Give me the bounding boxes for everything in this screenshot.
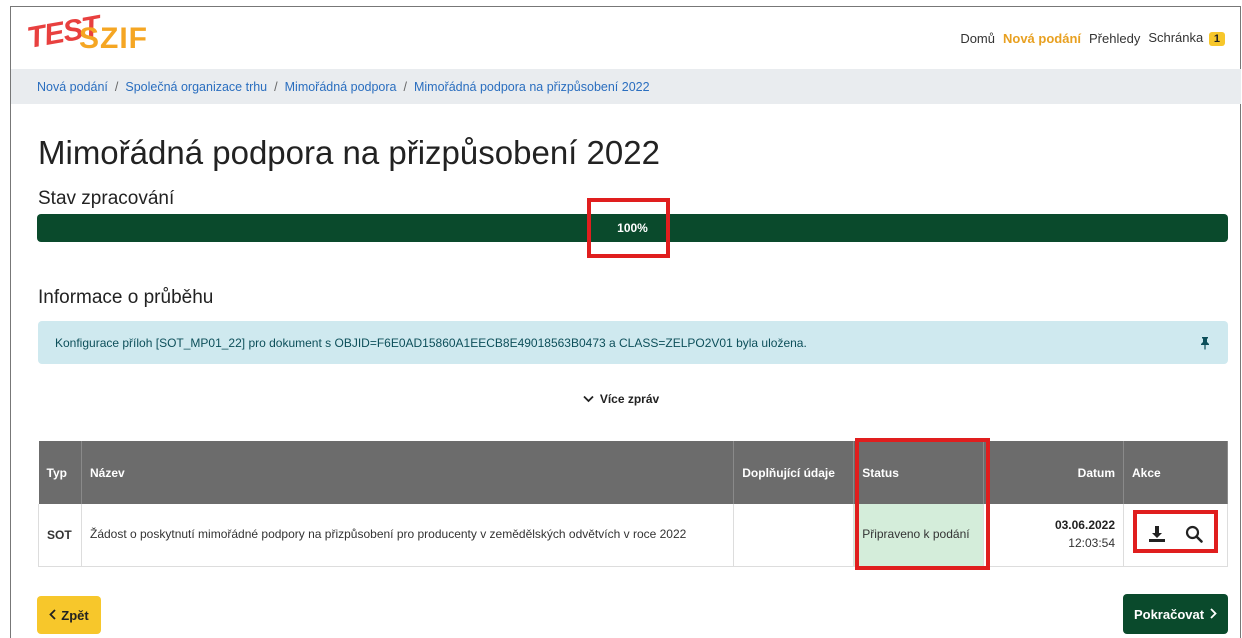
highlight-box-actions	[1133, 510, 1218, 553]
breadcrumb-item[interactable]: Nová podání	[37, 80, 108, 94]
inbox-count-badge: 1	[1208, 32, 1225, 46]
back-button[interactable]: Zpět	[37, 596, 101, 634]
back-button-label: Zpět	[61, 607, 89, 623]
breadcrumb-item[interactable]: Mimořádná podpora	[285, 80, 397, 94]
continue-button[interactable]: Pokračovat	[1123, 594, 1228, 634]
breadcrumb-item-current[interactable]: Mimořádná podpora na přizpůsobení 2022	[414, 80, 650, 94]
breadcrumb-separator: /	[114, 79, 119, 94]
info-alert: Konfigurace příloh [SOT_MP01_22] pro dok…	[38, 321, 1228, 364]
breadcrumb: Nová podání / Společná organizace trhu /…	[11, 69, 1241, 104]
documents-table: Typ Název Doplňující údaje Status Datum …	[38, 441, 1228, 567]
cell-nazev: Žádost o poskytnutí mimořádné podpory na…	[81, 504, 735, 567]
highlight-box-status	[855, 438, 990, 570]
nav-overviews[interactable]: Přehledy	[1089, 31, 1140, 46]
cell-typ: SOT	[38, 504, 82, 567]
logo-brand-text: SZIF	[79, 22, 148, 55]
col-header-akce: Akce	[1123, 441, 1228, 504]
table-row: SOT Žádost o poskytnutí mimořádné podpor…	[38, 504, 1228, 567]
col-header-typ[interactable]: Typ	[38, 441, 82, 504]
nav-inbox-label: Schránka	[1148, 30, 1204, 45]
alert-text: Konfigurace příloh [SOT_MP01_22] pro dok…	[55, 335, 807, 350]
cell-doplnujici	[733, 504, 855, 567]
table-header-row: Typ Název Doplňující údaje Status Datum …	[38, 441, 1228, 504]
cell-date: 03.06.2022	[1054, 518, 1116, 533]
pin-icon[interactable]	[1198, 336, 1212, 350]
chevron-right-icon	[1210, 607, 1217, 622]
highlight-box-progress	[587, 198, 670, 258]
cell-datum: 03.06.2022 12:03:54	[983, 504, 1125, 567]
breadcrumb-separator: /	[403, 79, 407, 94]
main-nav: Domů Nová podání Přehledy Schránka 1	[960, 30, 1225, 46]
progress-info-label: Informace o průběhu	[38, 287, 214, 308]
breadcrumb-item[interactable]: Společná organizace trhu	[125, 80, 267, 94]
more-messages-label: Více zpráv	[599, 392, 660, 406]
col-header-datum[interactable]: Datum	[983, 441, 1125, 504]
more-messages-toggle[interactable]: Více zpráv	[0, 392, 1242, 406]
nav-inbox[interactable]: Schránka 1	[1148, 30, 1225, 46]
col-header-doplnujici[interactable]: Doplňující údaje	[733, 441, 855, 504]
continue-button-label: Pokračovat	[1133, 606, 1205, 622]
nav-home[interactable]: Domů	[960, 31, 995, 46]
breadcrumb-separator: /	[274, 79, 278, 94]
logo[interactable]: TEST SZIF	[25, 8, 177, 68]
chevron-left-icon	[49, 608, 56, 623]
page-title: Mimořádná podpora na přizpůsobení 2022	[38, 134, 660, 171]
processing-status-label: Stav zpracování	[38, 188, 175, 209]
cell-time: 12:03:54	[1068, 535, 1116, 550]
nav-new-submissions[interactable]: Nová podání	[1003, 31, 1081, 46]
header: TEST SZIF Domů Nová podání Přehledy Schr…	[11, 7, 1241, 69]
col-header-nazev[interactable]: Název	[81, 441, 735, 504]
chevron-down-icon	[583, 392, 594, 406]
